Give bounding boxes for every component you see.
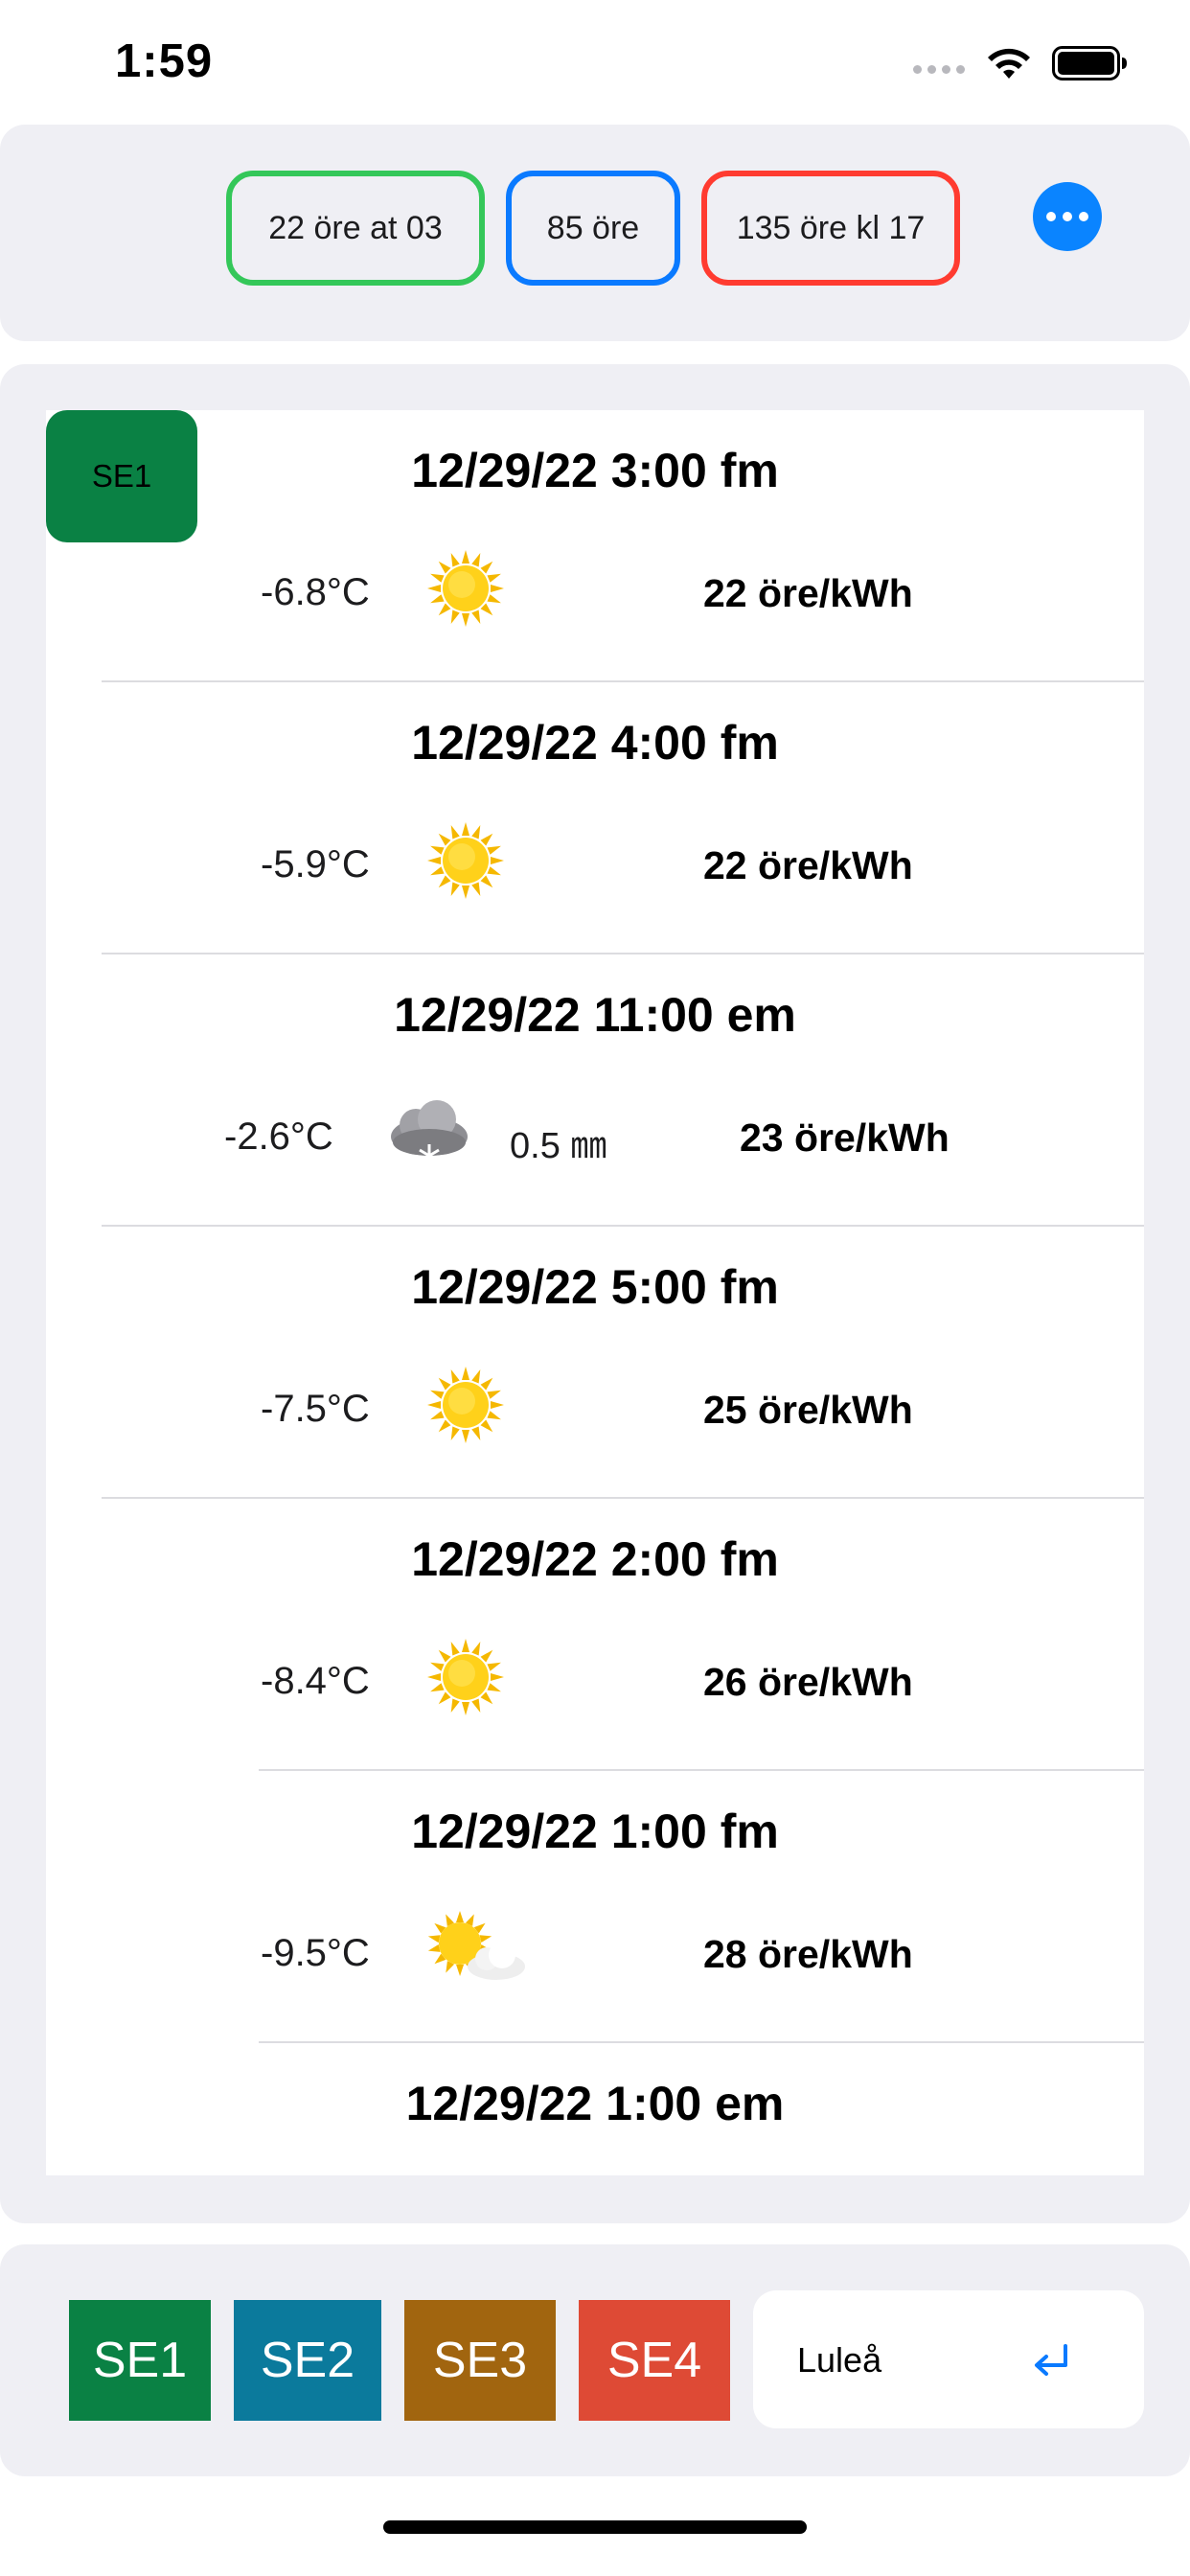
hour-date: 12/29/22 11:00 em (394, 988, 796, 1042)
hour-temperature: -8.4°C (261, 1660, 370, 1702)
hour-precipitation: 0.5 ㎜ (510, 1126, 607, 1166)
hour-date: 12/29/22 1:00 em (405, 2077, 785, 2130)
region-selector-panel: SE1 SE2 SE3 SE4 (0, 2244, 1190, 2476)
snow-cloud-icon (383, 1087, 468, 1179)
ellipsis-icon (1046, 212, 1056, 221)
hour-row[interactable]: 12/29/22 5:00 fm -7.5°C 25 öre/kWh (46, 1227, 1144, 1499)
status-bar: 1:59 (0, 0, 1190, 125)
partly-cloudy-icon (427, 1903, 525, 1995)
hour-price: 22 öre/kWh (703, 843, 913, 887)
hour-date: 12/29/22 1:00 fm (411, 1805, 779, 1858)
hour-price: 28 öre/kWh (703, 1932, 913, 1976)
hour-row[interactable]: 12/29/22 11:00 em -2.6°C 0.5 ㎜ 23 öre/kWh (46, 954, 1144, 1227)
current-region-badge: SE1 (46, 410, 197, 542)
region-button-se4[interactable]: SE4 (579, 2300, 730, 2421)
status-time: 1:59 (115, 35, 214, 87)
region-button-se2[interactable]: SE2 (234, 2300, 381, 2421)
city-search-field[interactable] (753, 2290, 1144, 2428)
cellular-signal-icon (913, 65, 965, 74)
hour-row[interactable]: 12/29/22 4:00 fm -5.9°C 22 öre/kWh (46, 682, 1144, 954)
return-icon[interactable] (1027, 2338, 1075, 2382)
average-price-pill[interactable]: 85 öre (506, 171, 680, 286)
hour-price: 22 öre/kWh (703, 571, 913, 615)
sun-icon (427, 815, 504, 907)
hour-price: 26 öre/kWh (703, 1660, 913, 1704)
hour-temperature: -6.8°C (261, 571, 370, 613)
hour-row[interactable]: 12/29/22 1:00 em (46, 2043, 1144, 2175)
hour-price: 25 öre/kWh (703, 1388, 913, 1432)
hour-temperature: -5.9°C (261, 843, 370, 886)
city-input[interactable] (795, 2329, 1029, 2392)
sun-icon (427, 1631, 504, 1723)
hour-date: 12/29/22 5:00 fm (411, 1260, 779, 1314)
hourly-list-panel: 12/29/22 3:00 fm -6.8°C 22 öre/kWh 12/29/2… (0, 364, 1190, 2223)
hour-row[interactable]: 12/29/22 3:00 fm -6.8°C 22 öre/kWh (46, 410, 1144, 682)
hour-temperature: -7.5°C (261, 1388, 370, 1430)
more-options-button[interactable] (1033, 182, 1102, 251)
hour-date: 12/29/22 4:00 fm (411, 716, 779, 770)
hourly-price-list[interactable]: 12/29/22 3:00 fm -6.8°C 22 öre/kWh 12/29/2… (46, 410, 1144, 2175)
battery-icon (1052, 46, 1127, 80)
home-indicator (383, 2520, 807, 2534)
hour-temperature: -2.6°C (224, 1116, 333, 1158)
sun-icon (427, 542, 504, 634)
hour-date: 12/29/22 2:00 fm (411, 1532, 779, 1586)
region-button-se1[interactable]: SE1 (69, 2300, 211, 2421)
hour-row[interactable]: 12/29/22 1:00 fm -9.5°C 28 öre/kWh (46, 1771, 1144, 2043)
sun-icon (427, 1359, 504, 1451)
hour-temperature: -9.5°C (261, 1932, 370, 1974)
wifi-icon (988, 48, 1030, 79)
hour-row[interactable]: 12/29/22 2:00 fm -8.4°C 26 öre/kWh (46, 1499, 1144, 1771)
price-summary-panel: 22 öre at 03 85 öre 135 öre kl 17 (0, 125, 1190, 341)
min-price-pill[interactable]: 22 öre at 03 (226, 171, 485, 286)
hour-price: 23 öre/kWh (740, 1116, 950, 1160)
region-button-se3[interactable]: SE3 (404, 2300, 556, 2421)
max-price-pill[interactable]: 135 öre kl 17 (701, 171, 960, 286)
hour-date: 12/29/22 3:00 fm (411, 444, 779, 497)
